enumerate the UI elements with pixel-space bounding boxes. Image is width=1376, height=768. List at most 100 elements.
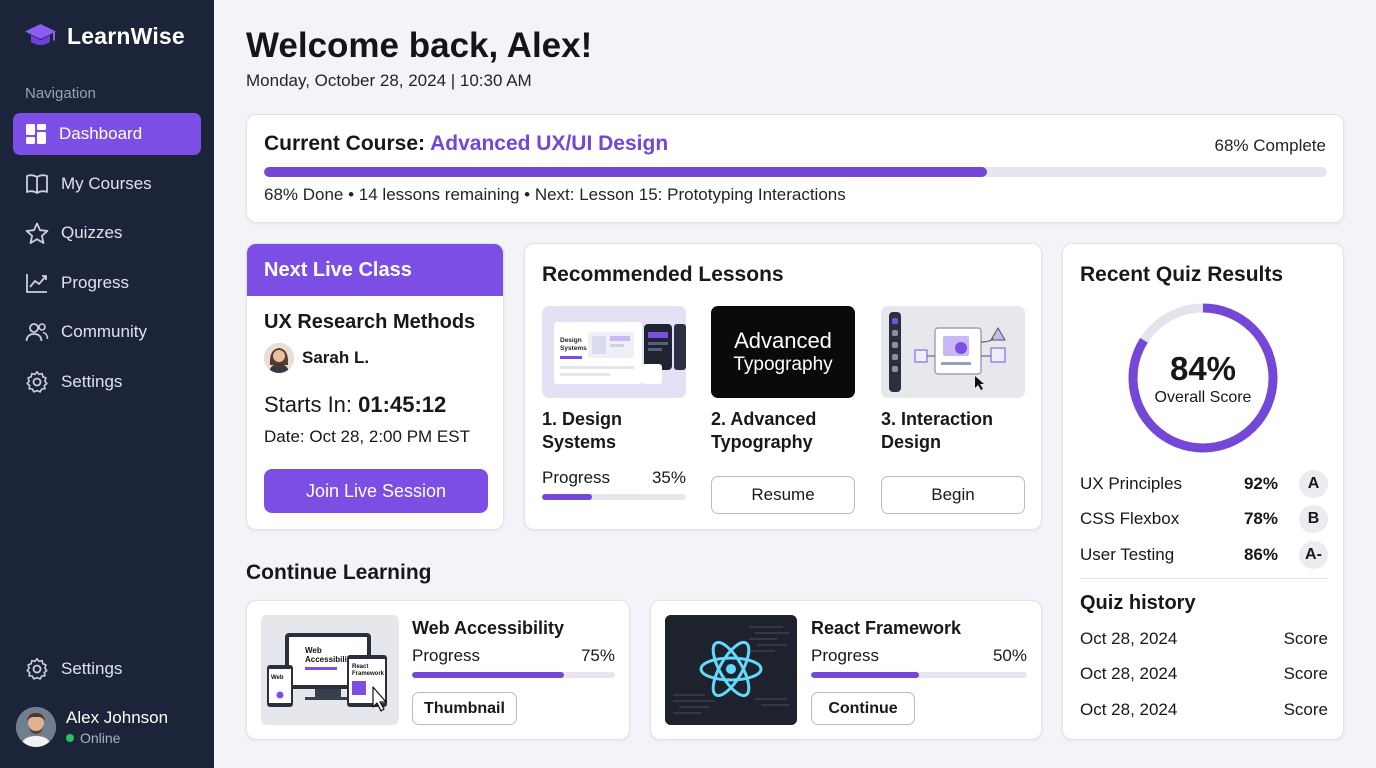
course-progress-percent: 50%	[992, 646, 1027, 665]
quiz-score: 86%	[1243, 545, 1278, 564]
sidebar-item-dashboard[interactable]: Dashboard	[13, 113, 201, 155]
user-profile[interactable]: Alex Johnson Online	[16, 707, 168, 747]
quiz-history-title: Quiz history	[1080, 592, 1196, 614]
overall-score-value: 84%	[1169, 349, 1237, 387]
recommended-lessons-card: Recommended Lessons Design Systems 1. De…	[524, 243, 1042, 530]
quiz-score: 78%	[1243, 509, 1278, 528]
thumbnail-button[interactable]: Thumbnail	[412, 692, 517, 725]
lesson-card-advanced-typography[interactable]: Advanced Typography 2. Advanced Typograp…	[711, 306, 855, 514]
join-live-session-button[interactable]: Join Live Session	[264, 469, 488, 513]
lesson-card-interaction-design[interactable]: 3. Interaction Design Begin	[881, 306, 1025, 514]
sidebar-item-community[interactable]: Community	[13, 311, 201, 353]
gear-icon	[26, 370, 48, 393]
live-class-title: UX Research Methods	[264, 311, 476, 333]
continue-button[interactable]: Continue	[811, 692, 915, 725]
instructor-name: Sarah L.	[302, 348, 370, 367]
thumb-text-advanced: Advanced	[734, 327, 832, 353]
current-course-card[interactable]: Current Course: Advanced UX/UI Design 68…	[246, 114, 1344, 223]
lesson-progress-label: Progress	[542, 468, 611, 487]
sidebar-item-label: My Courses	[61, 173, 152, 193]
brand[interactable]: LearnWise	[24, 22, 185, 50]
sidebar-item-quizzes[interactable]: Quizzes	[13, 212, 201, 254]
recommended-lessons-title: Recommended Lessons	[542, 263, 784, 286]
lesson-thumbnail: Advanced Typography	[711, 306, 855, 398]
current-course-subtitle: 68% Done • 14 lessons remaining • Next: …	[264, 185, 846, 204]
quiz-results-card: Recent Quiz Results 84% Overall Score UX…	[1062, 243, 1344, 740]
quiz-history-row[interactable]: Oct 28, 2024 Score	[1080, 700, 1328, 720]
course-progress-label: Progress	[811, 646, 880, 665]
sidebar-item-label: Community	[61, 322, 147, 341]
quiz-result-row[interactable]: CSS Flexbox 78% B	[1080, 505, 1328, 533]
graduation-cap-icon	[25, 24, 56, 45]
course-progress-bar	[412, 672, 615, 678]
sidebar-item-my-courses[interactable]: My Courses	[13, 163, 201, 205]
lesson-progress-bar	[542, 494, 686, 500]
course-title: Web Accessibility	[412, 618, 565, 638]
dashboard-icon	[26, 124, 46, 144]
course-progress-bar	[811, 672, 1027, 678]
quiz-subject: User Testing	[1080, 545, 1175, 564]
lesson-title: 2. Advanced Typography	[711, 409, 817, 452]
user-status-text: Online	[80, 730, 121, 746]
sidebar-item-label: Progress	[61, 272, 130, 292]
begin-button[interactable]: Begin	[881, 476, 1025, 514]
quiz-result-row[interactable]: UX Principles 92% A	[1080, 470, 1328, 498]
svg-text:Web: Web	[271, 675, 284, 681]
thumb-text-systems: Systems	[560, 345, 587, 352]
lesson-progress-row: Progress 35%	[542, 468, 686, 488]
countdown-label: Starts In:	[264, 392, 353, 417]
quiz-result-row[interactable]: User Testing 86% A-	[1080, 541, 1328, 569]
sidebar-item-label: Quizzes	[61, 223, 123, 242]
sidebar-item-progress[interactable]: Progress	[13, 262, 201, 304]
sidebar-item-label: Settings	[61, 371, 123, 391]
lesson-title: 1. Design Systems	[542, 409, 623, 452]
current-course-progress-fill	[264, 167, 987, 177]
nav-list: Dashboard My Courses Quizzes Progress Co…	[13, 113, 201, 410]
user-status: Online	[66, 730, 168, 746]
users-icon	[25, 323, 49, 342]
grade-badge: B	[1299, 505, 1328, 533]
lesson-progress-percent: 35%	[651, 468, 686, 487]
current-datetime: Monday, October 28, 2024 | 10:30 AM	[246, 71, 532, 90]
quiz-subject: UX Principles	[1080, 474, 1183, 493]
course-progress-label: Progress	[412, 646, 481, 665]
quiz-results-title: Recent Quiz Results	[1080, 263, 1284, 286]
nav-heading: Navigation	[25, 85, 96, 102]
quiz-subject: CSS Flexbox	[1080, 509, 1180, 528]
course-thumbnail: Web Accessibili Web React Framework	[261, 615, 399, 725]
quiz-history-row[interactable]: Oct 28, 2024 Score	[1080, 629, 1328, 649]
thumb-text-accessibility: Accessibili	[305, 655, 347, 664]
live-class-header: Next Live Class	[247, 244, 503, 296]
resume-button[interactable]: Resume	[711, 476, 855, 514]
gear-icon	[26, 658, 48, 680]
sidebar-bottom-settings[interactable]: Settings	[13, 648, 201, 690]
sidebar: LearnWise Navigation Dashboard My Course…	[0, 0, 214, 768]
online-indicator	[66, 734, 74, 742]
quiz-history-row[interactable]: Oct 28, 2024 Score	[1080, 664, 1328, 684]
lesson-thumbnail	[881, 306, 1025, 398]
sidebar-item-label: Settings	[61, 659, 123, 678]
course-progress-row: Progress 50%	[811, 646, 1027, 666]
current-course-name[interactable]: Advanced UX/UI Design	[430, 132, 668, 155]
course-progress-row: Progress 75%	[412, 646, 615, 666]
countdown-value: 01:45:12	[358, 392, 447, 417]
lesson-thumbnail: Design Systems	[542, 306, 686, 398]
continue-card-web-accessibility[interactable]: Web Accessibili Web React Framework Web …	[246, 600, 630, 740]
continue-card-react-framework[interactable]: React Framework Progress 50% Continue	[650, 600, 1042, 740]
lesson-progress-fill	[542, 494, 593, 500]
live-class-card: Next Live Class UX Research Methods Sara…	[246, 243, 504, 530]
grade-badge: A	[1299, 470, 1328, 498]
sidebar-item-settings[interactable]: Settings	[13, 361, 201, 403]
chart-icon	[26, 273, 47, 293]
thumb-text-web: Web	[305, 646, 322, 655]
overall-score-label: Overall Score	[1154, 388, 1252, 406]
instructor: Sarah L.	[264, 343, 369, 373]
quiz-history-score: Score	[1283, 700, 1328, 719]
quiz-history-score: Score	[1283, 629, 1328, 648]
course-thumbnail	[665, 615, 797, 725]
user-name: Alex Johnson	[66, 708, 169, 727]
lesson-card-design-systems[interactable]: Design Systems 1. Design Systems Progres…	[542, 306, 686, 500]
course-progress-fill	[412, 672, 565, 678]
thumb-text-design: Design	[560, 337, 582, 344]
course-progress-fill	[811, 672, 919, 678]
